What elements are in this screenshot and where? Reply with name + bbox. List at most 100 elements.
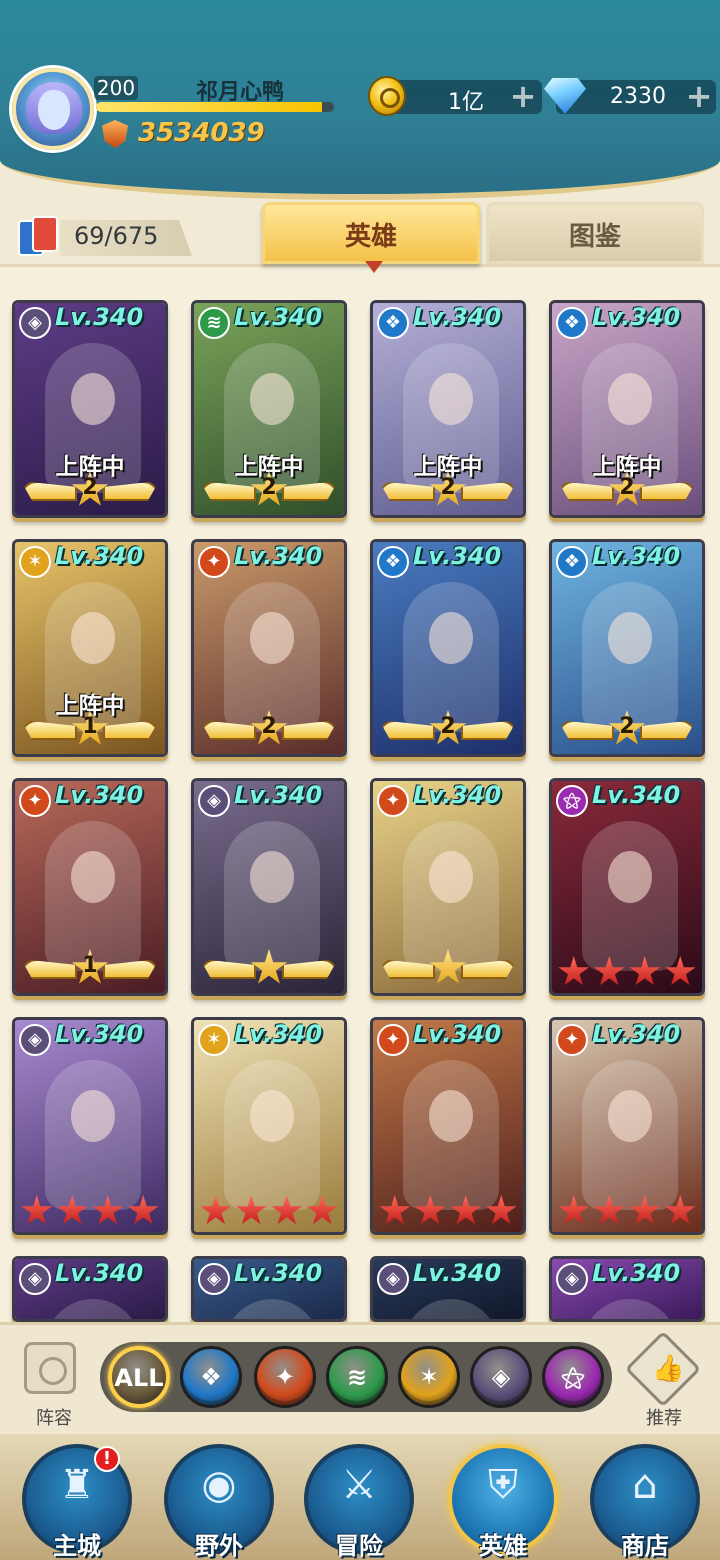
hero-card[interactable]: ✦ Lv.340	[549, 1017, 705, 1235]
lineup-label[interactable]: 阵容	[24, 1404, 84, 1430]
nav-adventure-label[interactable]: 冒险	[304, 1526, 414, 1560]
hero-card[interactable]: ❖ Lv.340 上阵中 2	[549, 300, 705, 518]
hero-card[interactable]: ◈ Lv.340	[191, 1256, 347, 1322]
rank-wings: 1	[21, 710, 159, 748]
hero-face	[250, 612, 294, 664]
rank-number: 2	[440, 475, 456, 500]
star-rating	[198, 1194, 340, 1228]
left-wing-icon	[200, 959, 256, 979]
filter-light-button[interactable]: ✶	[398, 1346, 460, 1408]
hero-card[interactable]: ⚝ Lv.340	[549, 778, 705, 996]
red-star-icon	[21, 1195, 53, 1225]
hero-level: Lv.340	[592, 542, 681, 570]
red-star-icon	[593, 956, 625, 986]
rank-number: 2	[619, 475, 635, 500]
hero-card[interactable]: ◈ Lv.340	[191, 778, 347, 996]
hero-face	[250, 1090, 294, 1142]
hero-face	[429, 612, 473, 664]
add-gems-button[interactable]: +	[684, 80, 714, 112]
hero-level: Lv.340	[55, 781, 144, 809]
rank-number: 2	[261, 475, 277, 500]
nav-shop-label[interactable]: 商店	[590, 1526, 700, 1560]
nav-heroes-label[interactable]: 英雄	[448, 1526, 558, 1560]
lineup-icon[interactable]	[24, 1342, 76, 1394]
hero-face	[71, 373, 115, 425]
hero-level: Lv.340	[592, 1259, 681, 1287]
hero-card[interactable]: ◈ Lv.340	[12, 1256, 168, 1322]
red-star-icon	[92, 1195, 124, 1225]
filter-wind-button[interactable]: ≋	[326, 1346, 388, 1408]
hero-card[interactable]: ✦ Lv.340	[370, 1017, 526, 1235]
hero-card[interactable]: ◈ Lv.340	[549, 1256, 705, 1322]
filter-fire-button[interactable]: ✦	[254, 1346, 316, 1408]
power-value: 3534039	[138, 118, 265, 148]
adventure-icon: ⚔	[341, 1462, 377, 1508]
gold-amount: 1亿	[448, 90, 484, 115]
player-level: 200	[94, 76, 138, 100]
recommend-label[interactable]: 推荐	[634, 1404, 694, 1430]
wind-element-icon: ≋	[198, 307, 230, 339]
right-wing-icon	[282, 720, 338, 740]
left-wing-icon	[21, 481, 77, 501]
hero-level: Lv.340	[55, 1259, 144, 1287]
dark-element-icon: ◈	[198, 1263, 230, 1295]
left-wing-icon	[558, 720, 614, 740]
filter-arcane-button[interactable]: ⚝	[542, 1346, 604, 1408]
hero-face	[71, 851, 115, 903]
hero-card[interactable]: ❖ Lv.340 2	[549, 539, 705, 757]
filter-water-button[interactable]: ❖	[180, 1346, 242, 1408]
red-star-icon	[56, 1195, 88, 1225]
hero-card[interactable]: ≋ Lv.340 上阵中 2	[191, 300, 347, 518]
rank-number: 2	[82, 475, 98, 500]
red-star-icon	[629, 1195, 661, 1225]
rank-wings: 2	[200, 471, 338, 509]
water-element-icon: ❖	[556, 307, 588, 339]
left-wing-icon	[200, 720, 256, 740]
red-star-icon	[414, 1195, 446, 1225]
xp-bar-fill	[96, 102, 323, 112]
fire-element-icon: ✦	[198, 546, 230, 578]
hero-face	[250, 851, 294, 903]
filter-dark-button[interactable]: ◈	[470, 1346, 532, 1408]
hero-card[interactable]: ◈ Lv.340	[12, 1017, 168, 1235]
hero-card[interactable]: ❖ Lv.340 2	[370, 539, 526, 757]
filter-all-button[interactable]: ALL	[108, 1346, 170, 1408]
hero-figure	[582, 1299, 678, 1319]
rank-number: 1	[82, 714, 98, 739]
hero-card[interactable]: ✦ Lv.340 1	[12, 778, 168, 996]
hero-face	[250, 373, 294, 425]
hero-card[interactable]: ✶ Lv.340 上阵中 1	[12, 539, 168, 757]
red-star-icon	[629, 956, 661, 986]
rank-number: 2	[619, 714, 635, 739]
hero-level: Lv.340	[592, 781, 681, 809]
tab-heroes[interactable]: 英雄	[262, 202, 480, 273]
red-star-icon	[664, 956, 696, 986]
right-wing-icon	[282, 481, 338, 501]
hero-card[interactable]: ✶ Lv.340	[191, 1017, 347, 1235]
hero-card[interactable]: ◈ Lv.340	[370, 1256, 526, 1322]
hero-card[interactable]: ❖ Lv.340 上阵中 2	[370, 300, 526, 518]
water-element-icon: ❖	[377, 307, 409, 339]
heroes-icon: ⛨	[488, 1462, 518, 1508]
fire-element-icon: ✦	[377, 785, 409, 817]
nav-main-city-label[interactable]: 主城	[22, 1526, 132, 1560]
add-gold-button[interactable]: +	[508, 80, 538, 112]
tab-codex[interactable]: 图鉴	[486, 202, 704, 264]
hero-figure	[403, 1299, 499, 1319]
red-star-icon	[127, 1195, 159, 1225]
hero-card[interactable]: ✦ Lv.340	[370, 778, 526, 996]
hero-level: Lv.340	[413, 303, 502, 331]
right-wing-icon	[640, 481, 696, 501]
player-avatar[interactable]	[12, 68, 94, 150]
right-wing-icon	[461, 720, 517, 740]
nav-wild-label[interactable]: 野外	[164, 1526, 274, 1560]
fire-element-icon: ✦	[19, 785, 51, 817]
red-star-icon	[558, 956, 590, 986]
left-wing-icon	[379, 959, 435, 979]
hero-card[interactable]: ◈ Lv.340 上阵中 2	[12, 300, 168, 518]
hero-card[interactable]: ✦ Lv.340 2	[191, 539, 347, 757]
hero-level: Lv.340	[234, 781, 323, 809]
gold-coin-icon	[368, 76, 406, 116]
right-wing-icon	[103, 481, 159, 501]
left-wing-icon	[200, 481, 256, 501]
